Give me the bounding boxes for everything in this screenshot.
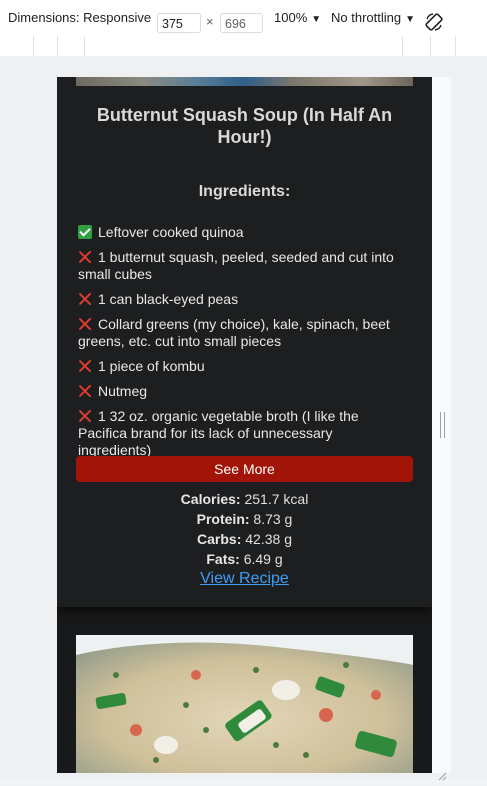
fats-value: 6.49 g [239,551,283,567]
ingredient-text: 1 can black-eyed peas [98,291,239,307]
chevron-down-icon: ▼ [311,14,322,25]
zoom-dropdown[interactable]: 100% ▼ [274,10,321,25]
cross-icon [78,317,92,331]
recipe-card: Butternut Squash Soup (In Half An Hour!)… [57,77,432,607]
width-input[interactable]: 375 [157,13,201,33]
calories-value: 251.7 kcal [240,491,309,507]
dimensions-dropdown[interactable]: Dimensions: Responsive▼ [8,10,165,25]
height-input[interactable]: 696 [220,13,263,33]
cross-icon [78,250,92,264]
cross-icon [78,384,92,398]
protein-row: Protein: 8.73 g [57,509,432,529]
calories-row: Calories: 251.7 kcal [57,489,432,509]
zoom-label: 100% [274,10,308,25]
ingredient-item: Leftover cooked quinoa [78,224,408,241]
calories-label: Calories: [180,491,241,507]
ingredient-text: Nutmeg [98,383,148,399]
ingredient-item: Nutmeg [78,383,408,400]
fats-label: Fats: [206,551,240,567]
protein-value: 8.73 g [249,511,293,527]
nutrition-facts: Calories: 251.7 kcal Protein: 8.73 g Car… [57,489,432,569]
cross-icon [78,359,92,373]
ingredient-text: 1 butternut squash, peeled, seeded and c… [78,249,394,282]
recipe-image [76,77,413,86]
dimensions-label: Dimensions: Responsive [8,10,152,25]
recipe-title: Butternut Squash Soup (In Half An Hour!) [96,105,393,147]
cross-icon [78,292,92,306]
carbs-row: Carbs: 42.38 g [57,529,432,549]
chevron-down-icon: ▼ [405,14,415,25]
media-query-bar[interactable] [0,36,487,57]
ingredient-item: 1 piece of kombu [78,358,408,375]
device-viewport: Butternut Squash Soup (In Half An Hour!)… [57,77,432,773]
protein-label: Protein: [196,511,250,527]
ingredient-text: Leftover cooked quinoa [98,224,244,240]
carbs-label: Carbs: [197,531,242,547]
carbs-value: 42.38 g [241,531,292,547]
ingredient-text: 1 32 oz. organic vegetable broth (I like… [78,408,359,458]
cross-icon [78,409,92,423]
check-icon [78,225,92,239]
devtools-toolbar: Dimensions: Responsive▼ 375 × 696 100%▼ … [0,0,487,37]
view-recipe-link[interactable]: View Recipe [57,570,432,588]
rotate-icon[interactable] [424,12,444,35]
ingredients-list: Leftover cooked quinoa 1 butternut squas… [78,224,408,467]
throttling-dropdown[interactable]: No throttling ▼ [331,10,415,25]
ingredient-text: Collard greens (my choice), kale, spinac… [78,316,390,349]
times-separator: × [206,14,214,29]
throttling-label: No throttling [331,10,402,25]
resize-corner-icon[interactable] [437,768,447,781]
ingredients-heading: Ingredients: [198,183,291,200]
resize-handle[interactable] [440,412,445,438]
ingredient-item: 1 can black-eyed peas [78,291,408,308]
fats-row: Fats: 6.49 g [57,549,432,569]
ingredient-item: 1 butternut squash, peeled, seeded and c… [78,249,408,283]
ingredient-item: 1 32 oz. organic vegetable broth (I like… [78,408,408,459]
next-recipe-image[interactable] [76,635,413,773]
ingredient-text: 1 piece of kombu [98,358,205,374]
see-more-button[interactable]: See More [76,456,413,482]
ingredient-item: Collard greens (my choice), kale, spinac… [78,316,408,350]
